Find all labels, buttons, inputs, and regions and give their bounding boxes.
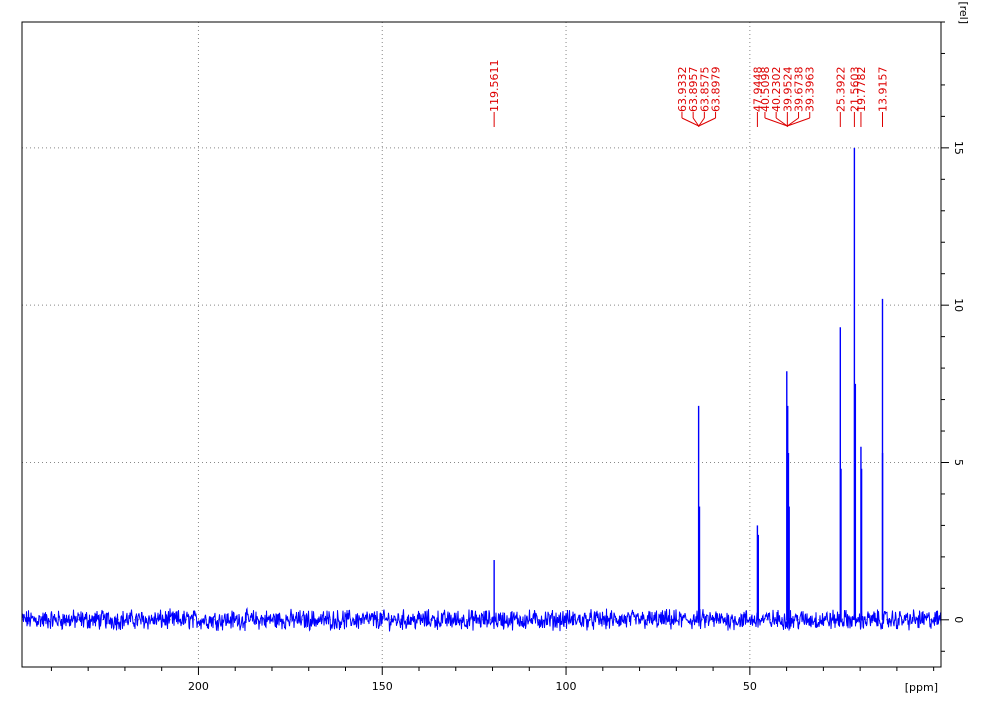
x-tick-label: 150	[372, 680, 393, 693]
peak-label: 39.3963	[804, 67, 817, 113]
peak-label: 25.3922	[834, 67, 847, 113]
y-tick-label: 0	[952, 616, 965, 623]
nmr-spectrum-chart: 119.5611 63.933263.895763.857563.8979 47.9…	[0, 0, 993, 713]
x-tick-label: 200	[188, 680, 209, 693]
x-axis-unit-label: [ppm]	[905, 681, 938, 694]
peak-label: 19.7782	[855, 67, 868, 113]
y-tick-label: 10	[952, 298, 965, 312]
peak-label: 63.8979	[710, 67, 723, 113]
y-axis-unit-label: [rel]	[957, 1, 970, 24]
y-tick-label: 15	[952, 141, 965, 155]
x-tick-label: 50	[743, 680, 757, 693]
peak-label: 119.5611	[488, 60, 501, 113]
y-tick-label: 5	[952, 459, 965, 466]
x-tick-label: 100	[556, 680, 577, 693]
peak-label: 13.9157	[876, 67, 889, 113]
